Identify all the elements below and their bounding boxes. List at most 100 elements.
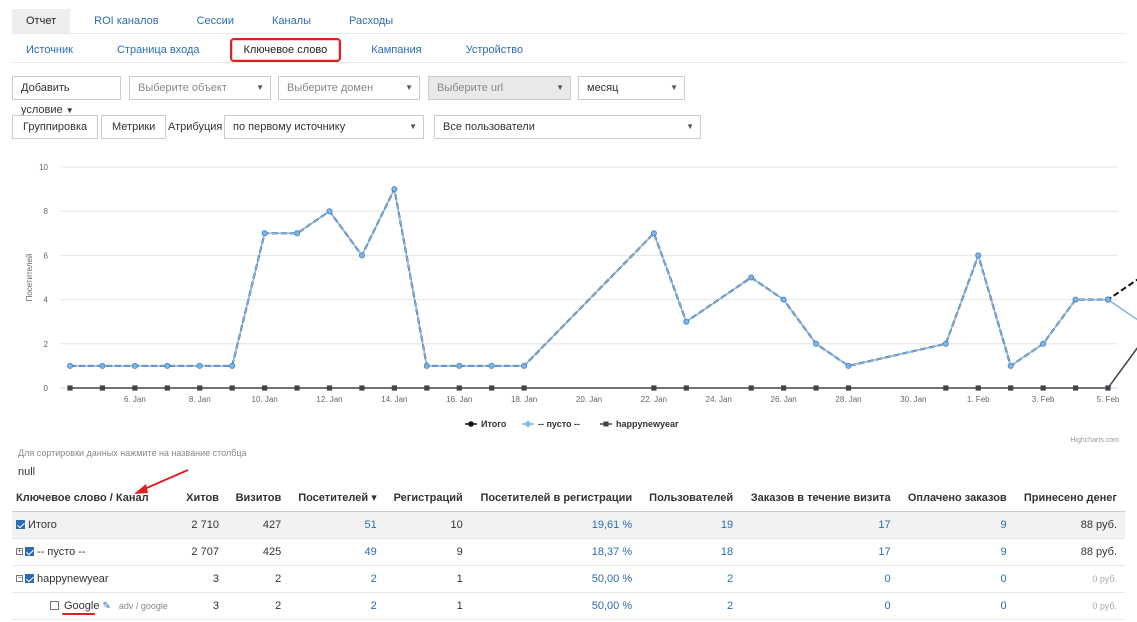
data-point xyxy=(748,274,755,281)
data-point xyxy=(781,385,787,391)
table-cell[interactable]: 51 xyxy=(289,511,385,539)
caret-down-icon: ▼ xyxy=(686,122,694,131)
report-tabs: Отчет ROI каналов Сессии Каналы Расходы xyxy=(12,9,417,33)
table-cell[interactable]: 49 xyxy=(289,538,385,566)
row-checkbox[interactable] xyxy=(25,547,34,557)
data-point xyxy=(359,385,365,391)
table-cell[interactable]: 9 xyxy=(898,538,1015,566)
table-cell[interactable]: 19,61 % xyxy=(470,511,641,539)
row-name[interactable]: Google xyxy=(64,600,99,612)
caret-down-icon: ▼ xyxy=(556,83,564,92)
row-name-cell: Итого xyxy=(12,511,178,539)
column-header-8[interactable]: Оплачено заказов xyxy=(898,485,1015,512)
column-header-3[interactable]: Посетителей ▾ xyxy=(289,485,385,512)
subtab-0[interactable]: Источник xyxy=(12,38,87,62)
x-tick-label: 16. Jan xyxy=(446,395,472,404)
add-condition-button[interactable]: Добавить условие ▼ xyxy=(12,76,121,116)
data-point xyxy=(391,385,397,391)
legend-marker xyxy=(603,421,609,427)
table-cell[interactable]: 9 xyxy=(898,511,1015,539)
y-tick-label: 6 xyxy=(44,251,49,260)
tab-3[interactable]: Каналы xyxy=(258,9,325,33)
data-point xyxy=(67,385,73,391)
data-point xyxy=(683,318,690,325)
domain-select[interactable]: Выберите домен ▼ xyxy=(278,76,420,100)
table-cell[interactable]: 0 xyxy=(741,592,899,620)
users-select-value: Все пользователи xyxy=(443,121,535,133)
grouping-button[interactable]: Группировка xyxy=(12,115,99,139)
table-cell[interactable]: 2 xyxy=(289,565,385,593)
y-tick-label: 0 xyxy=(44,384,49,393)
tabs-divider xyxy=(12,33,1125,34)
column-header-2[interactable]: Визитов xyxy=(226,485,290,512)
data-point xyxy=(1040,385,1046,391)
data-point xyxy=(651,385,657,391)
table-cell[interactable]: 17 xyxy=(741,538,899,566)
attribution-select[interactable]: по первому источнику ▼ xyxy=(224,115,424,139)
tab-2[interactable]: Сессии xyxy=(183,9,248,33)
data-point xyxy=(164,385,170,391)
table-cell[interactable]: 19 xyxy=(640,511,742,539)
table-cell[interactable]: 2 xyxy=(640,592,742,620)
data-point xyxy=(358,252,365,259)
expand-icon[interactable]: + xyxy=(16,548,23,556)
x-tick-label: 10. Jan xyxy=(252,395,278,404)
series-line-itogo xyxy=(70,185,1137,368)
data-point xyxy=(99,385,106,391)
attribution-select-value: по первому источнику xyxy=(233,121,346,133)
table-cell[interactable]: 2 xyxy=(289,592,385,620)
table-cell[interactable]: 0 xyxy=(898,565,1015,593)
table-cell[interactable]: 50,00 % xyxy=(470,565,641,593)
data-point xyxy=(262,385,268,391)
x-tick-label: 12. Jan xyxy=(316,395,342,404)
column-header-6[interactable]: Пользователей xyxy=(640,485,742,512)
table-cell[interactable]: 18,37 % xyxy=(470,538,641,566)
row-checkbox[interactable] xyxy=(50,601,59,611)
table-cell: 2 xyxy=(226,592,290,620)
row-name-cell: Google ✎ adv / google xyxy=(12,592,178,620)
subtab-1[interactable]: Страница входа xyxy=(103,38,214,62)
table-row: Google ✎ adv / google 3 2 2 1 50,00 % 2 0 0 0 руб. xyxy=(12,592,1125,620)
table-cell[interactable]: 18 xyxy=(640,538,742,566)
edit-icon[interactable]: ✎ xyxy=(102,601,110,612)
column-header-7[interactable]: Заказов в течение визита xyxy=(741,485,899,512)
table-cell[interactable]: 2 xyxy=(640,565,742,593)
data-point xyxy=(489,385,495,391)
data-point xyxy=(813,385,819,391)
tab-4[interactable]: Расходы xyxy=(335,9,407,33)
tab-1[interactable]: ROI каналов xyxy=(80,9,172,33)
column-header-4[interactable]: Регистраций xyxy=(384,485,471,512)
tab-0[interactable]: Отчет xyxy=(12,9,71,33)
subtab-4[interactable]: Устройство xyxy=(452,38,538,62)
data-point xyxy=(1072,385,1079,391)
column-header-9[interactable]: Принесено денег xyxy=(1014,485,1125,512)
x-tick-label: 30. Jan xyxy=(900,395,926,404)
url-select[interactable]: Выберите url ▼ xyxy=(428,76,571,100)
object-select-placeholder: Выберите объект xyxy=(138,82,227,94)
subtab-3[interactable]: Кампания xyxy=(357,38,435,62)
object-select[interactable]: Выберите объект ▼ xyxy=(129,76,271,100)
table-cell[interactable]: 50,00 % xyxy=(470,592,641,620)
table-cell[interactable]: 17 xyxy=(741,511,899,539)
data-point xyxy=(1008,385,1014,391)
data-point xyxy=(391,186,398,193)
data-point xyxy=(975,252,982,259)
row-checkbox[interactable] xyxy=(16,520,25,530)
table-cell[interactable]: 0 xyxy=(898,592,1015,620)
table-cell: 425 xyxy=(226,538,290,566)
dimension-tabs: Источник Страница входа Ключевое слово Камп… xyxy=(12,38,553,62)
row-checkbox[interactable] xyxy=(25,574,34,584)
subtab-2[interactable]: Ключевое слово xyxy=(229,38,342,62)
google-underline-annotation xyxy=(62,613,95,615)
y-tick-label: 2 xyxy=(44,340,49,349)
collapse-icon[interactable]: − xyxy=(16,575,23,583)
column-header-5[interactable]: Посетителей в регистрации xyxy=(470,485,641,512)
data-point xyxy=(294,385,300,391)
x-tick-label: 28. Jan xyxy=(835,395,861,404)
data-point xyxy=(683,385,689,391)
data-point xyxy=(164,362,171,369)
metrics-button[interactable]: Метрики xyxy=(101,115,167,139)
period-select[interactable]: месяц ▼ xyxy=(578,76,685,100)
table-cell[interactable]: 0 xyxy=(741,565,899,593)
users-select[interactable]: Все пользователи ▼ xyxy=(434,115,701,139)
